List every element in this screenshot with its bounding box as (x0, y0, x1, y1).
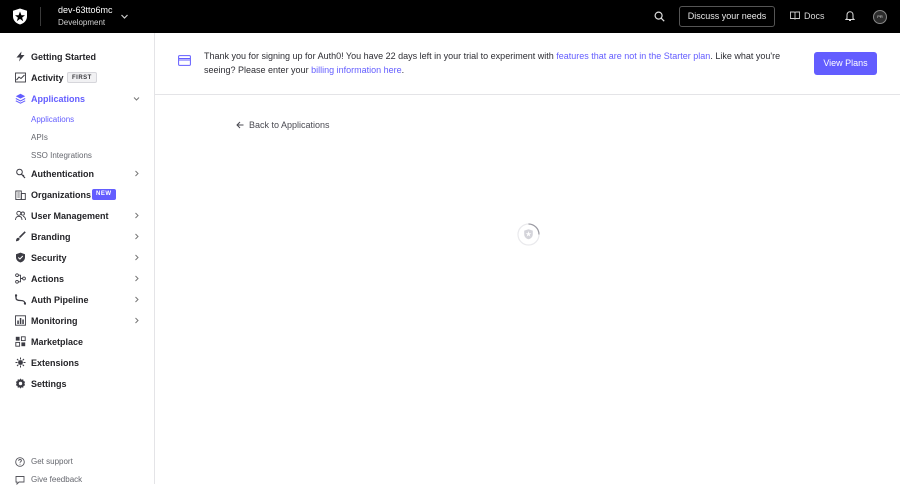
docs-link[interactable]: Docs (790, 10, 825, 23)
extensions-icon (15, 357, 26, 368)
new-badge: NEW (92, 189, 116, 200)
chevron-right-icon (135, 296, 139, 303)
sidebar-item-extensions[interactable]: Extensions (0, 353, 154, 373)
sidebar-item-label: Authentication (31, 169, 94, 179)
sidebar-item-getting-started[interactable]: Getting Started (0, 47, 154, 67)
tenant-switcher[interactable]: dev-63tto6mc Development (58, 4, 113, 29)
arrow-left-icon (236, 121, 244, 129)
brush-icon (16, 231, 26, 242)
trial-text-part-3: . (401, 64, 405, 75)
chevron-down-icon (133, 97, 140, 101)
sidebar-item-branding[interactable]: Branding (0, 227, 154, 247)
sidebar-item-label: Applications (31, 94, 86, 104)
sidebar-item-security[interactable]: Security (0, 248, 154, 268)
monitoring-icon (15, 315, 26, 326)
layers-icon (15, 93, 26, 104)
tenant-environment: Development (58, 18, 106, 27)
sidebar-item-label: Extensions (31, 358, 80, 368)
sidebar-item-label: Monitoring (31, 316, 78, 326)
sidebar-item-label: Organizations (31, 190, 92, 200)
sidebar-item-organizations[interactable]: Organizations NEW (0, 185, 154, 205)
sidebar-item-actions[interactable]: Actions (0, 269, 154, 289)
users-icon (15, 210, 26, 221)
back-link-label: Back to Applications (249, 120, 330, 130)
sidebar-item-authentication[interactable]: Authentication (0, 164, 154, 184)
sidebar-item-label: Settings (31, 379, 67, 389)
back-to-applications-link[interactable]: Back to Applications (236, 119, 330, 131)
lightning-icon (16, 51, 25, 62)
sidebar-item-marketplace[interactable]: Marketplace (0, 332, 154, 352)
sidebar-item-label: Marketplace (31, 337, 84, 347)
sidebar-item-label: Actions (31, 274, 65, 284)
credit-card-icon (178, 55, 191, 66)
sidebar-item-label: Branding (31, 232, 71, 242)
starter-plan-link[interactable]: features that are not in the Starter pla… (556, 51, 710, 61)
building-icon (15, 190, 26, 200)
activity-chart-icon (15, 72, 26, 83)
sidebar-item-user-management[interactable]: User Management (0, 206, 154, 226)
sidebar-item-settings[interactable]: Settings (0, 374, 154, 394)
sidebar-item-applications[interactable]: Applications (0, 89, 154, 109)
auth-icon (16, 168, 26, 179)
auth0-logo-icon[interactable] (12, 8, 28, 25)
pipeline-icon (15, 294, 26, 305)
actions-icon (15, 273, 26, 284)
sidebar-item-auth-pipeline[interactable]: Auth Pipeline (0, 290, 154, 310)
sidebar-subitem-sso-integrations[interactable]: SSO Integrations (31, 150, 92, 161)
docs-label: Docs (804, 11, 825, 21)
give-feedback-label: Give feedback (31, 475, 83, 484)
chevron-down-icon[interactable] (120, 12, 129, 21)
gear-icon (15, 378, 26, 389)
chevron-right-icon (135, 170, 139, 177)
chevron-right-icon (135, 233, 139, 240)
first-badge: FIRST (67, 72, 97, 83)
search-icon[interactable] (654, 11, 665, 22)
chevron-right-icon (135, 317, 139, 324)
trial-message: Thank you for signing up for Auth0! You … (204, 50, 794, 77)
trial-banner: Thank you for signing up for Auth0! You … (155, 33, 900, 95)
sidebar-item-monitoring[interactable]: Monitoring (0, 311, 154, 331)
topbar-divider (40, 7, 41, 26)
sidebar-item-label: Auth Pipeline (31, 295, 89, 305)
user-avatar[interactable]: PR (873, 10, 887, 24)
shield-icon (16, 252, 25, 263)
help-circle-icon (15, 457, 25, 467)
book-icon (790, 11, 800, 20)
bell-icon[interactable] (845, 10, 855, 22)
sidebar-item-label: Activity (31, 73, 64, 83)
chevron-right-icon (135, 275, 139, 282)
chevron-right-icon (135, 212, 139, 219)
get-support-label: Get support (31, 457, 73, 466)
chevron-right-icon (135, 254, 139, 261)
billing-info-link[interactable]: billing information here (311, 65, 402, 75)
sidebar-item-label: Security (31, 253, 67, 263)
trial-text-part-1: Thank you for signing up for Auth0! You … (204, 51, 557, 61)
sidebar-item-label: User Management (31, 211, 109, 221)
loading-spinner-icon (517, 223, 540, 246)
sidebar: Getting Started Activity FIRST Applicati… (0, 33, 155, 485)
discuss-needs-button[interactable]: Discuss your needs (679, 6, 775, 27)
sidebar-item-label: Getting Started (31, 52, 97, 62)
sidebar-subitem-apis[interactable]: APIs (31, 132, 48, 143)
marketplace-icon (15, 336, 26, 347)
sidebar-subitem-applications[interactable]: Applications (31, 114, 74, 125)
tenant-name: dev-63tto6mc (58, 5, 113, 15)
sidebar-item-activity[interactable]: Activity FIRST (0, 68, 154, 88)
top-bar: dev-63tto6mc Development Discuss your ne… (0, 0, 900, 33)
view-plans-button[interactable]: View Plans (814, 52, 877, 75)
